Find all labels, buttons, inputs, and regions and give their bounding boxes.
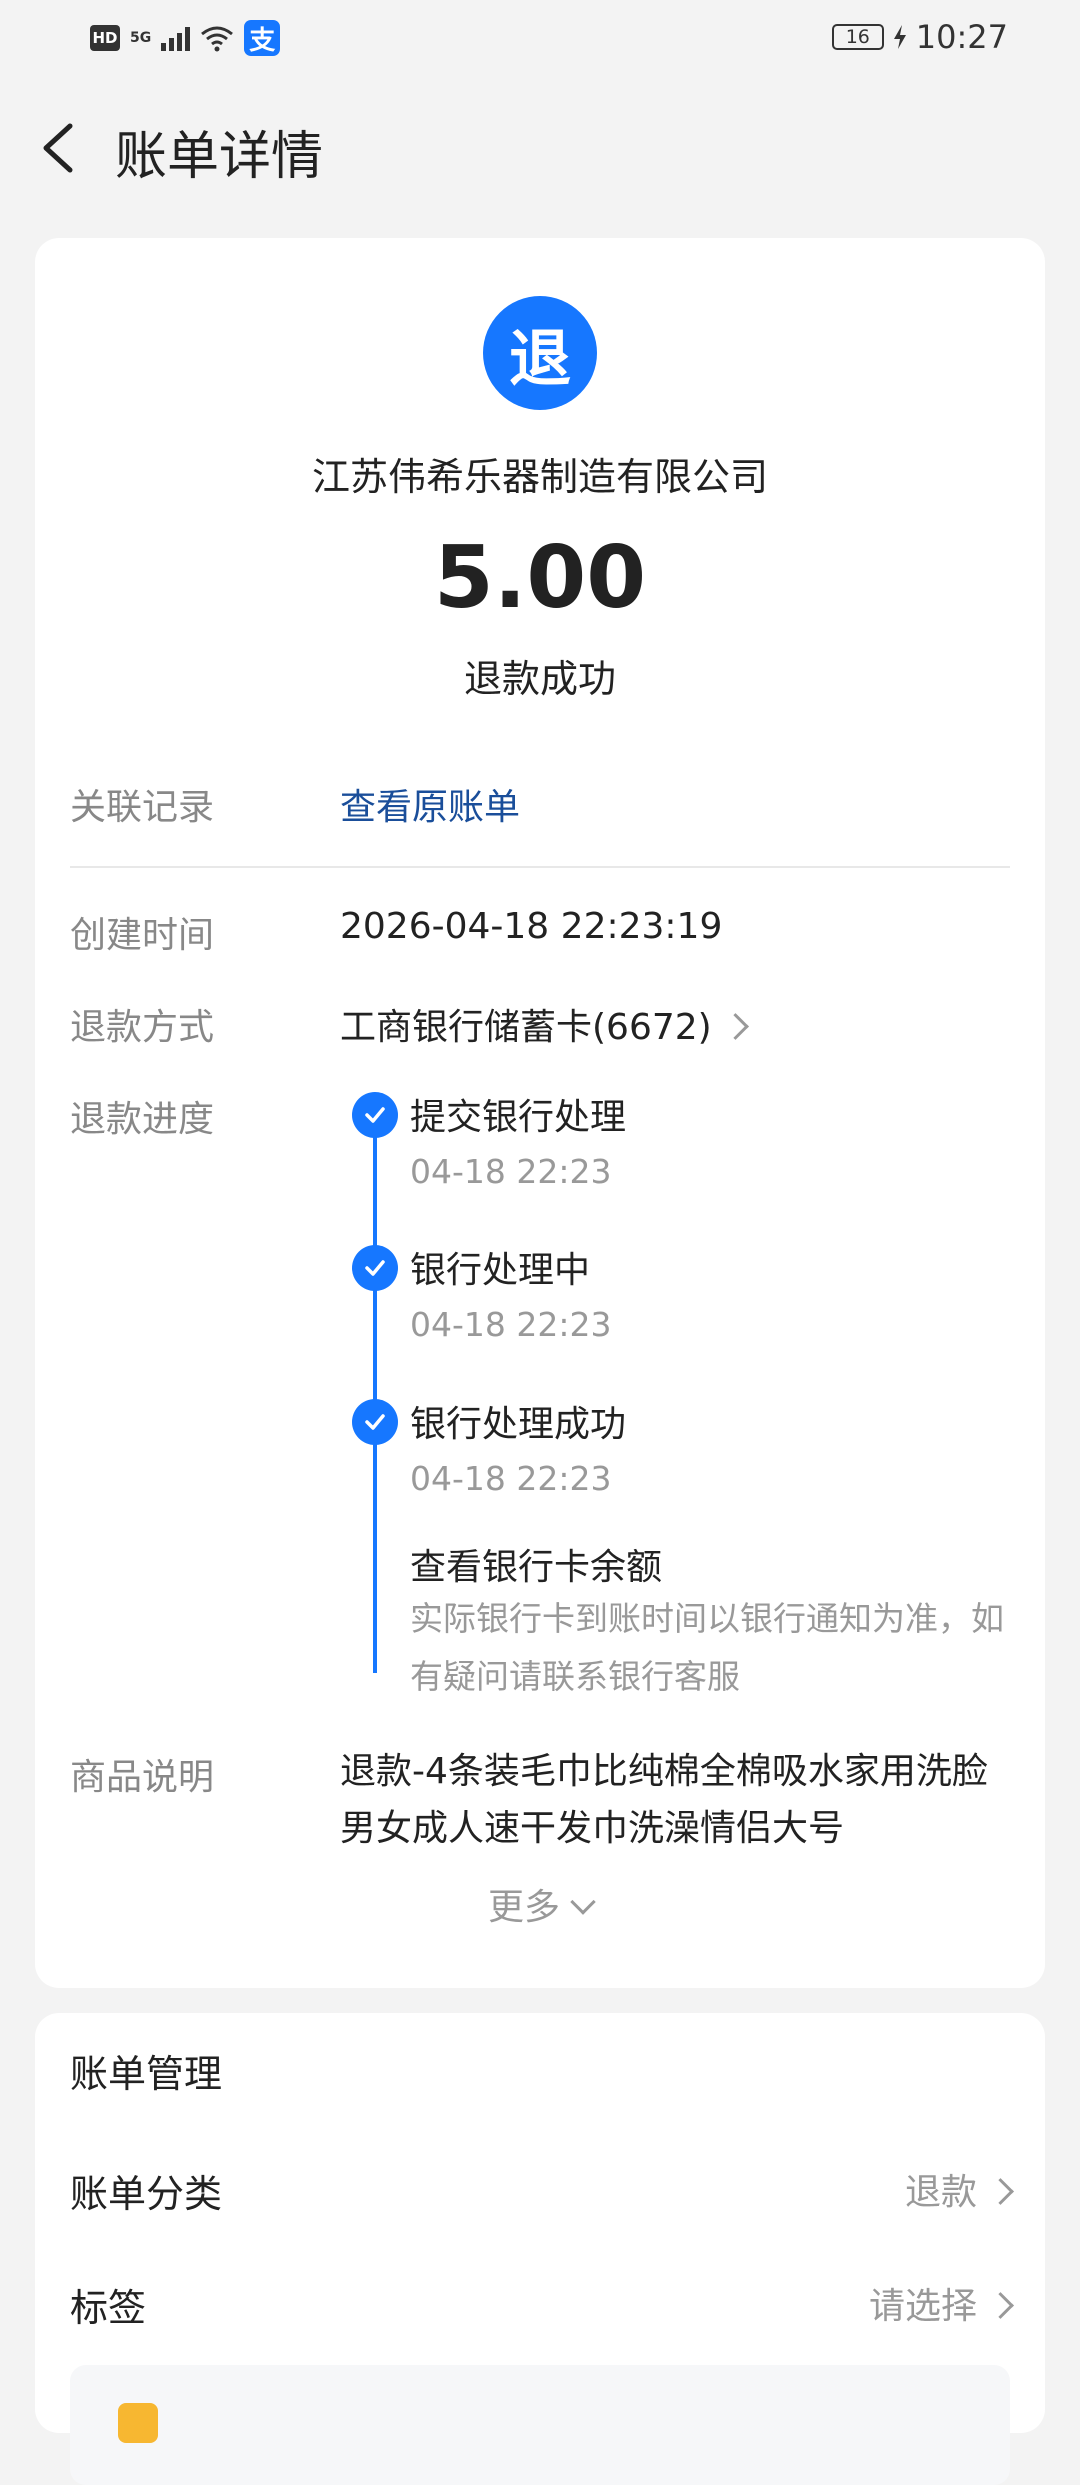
progress-step-time: 04-18 22:23: [410, 1152, 612, 1191]
bill-management-card: 账单管理 账单分类 退款 标签 请选择: [35, 2013, 1045, 2485]
chevron-right-icon: [987, 2177, 1014, 2205]
tag-row[interactable]: 标签 请选择: [35, 2259, 1045, 2339]
divider: [70, 866, 1010, 868]
refund-method-label: 退款方式: [70, 1007, 215, 1048]
created-time-label: 创建时间: [70, 915, 215, 956]
more-button[interactable]: 更多: [35, 1878, 1045, 1930]
bill-category-label: 账单分类: [70, 2172, 223, 2216]
view-bank-balance-link[interactable]: 查看银行卡余额: [410, 1538, 662, 1590]
timeline-line: [373, 1093, 377, 1673]
progress-step-title: 银行处理成功: [410, 1404, 627, 1445]
goods-description-label: 商品说明: [70, 1757, 215, 1798]
goods-description-value: 退款-4条装毛巾比纯棉全棉吸水家用洗脸男女成人速干发巾洗澡情侣大号: [340, 1751, 988, 1849]
back-arrow-icon[interactable]: [34, 118, 94, 178]
merchant-name: 江苏伟希乐器制造有限公司: [311, 455, 768, 499]
alipay-icon: 支: [244, 20, 281, 56]
progress-step-title: 提交银行处理: [410, 1097, 627, 1138]
progress-step-title: 银行处理中: [410, 1250, 591, 1291]
chevron-right-icon: [987, 2291, 1014, 2319]
check-icon: [352, 1399, 398, 1445]
progress-step-time: 04-18 22:23: [410, 1459, 612, 1498]
tag-text: 请选择: [868, 2286, 977, 2327]
status-bar: HD 5G 支 16 10:27: [0, 0, 1080, 78]
check-icon: [352, 1092, 398, 1138]
bill-status: 退款成功: [463, 657, 616, 701]
section-title: 账单管理: [70, 2052, 223, 2096]
battery-icon: 16: [831, 24, 884, 50]
related-record-label: 关联记录: [70, 787, 215, 828]
status-bar-left: HD 5G 支: [90, 20, 281, 56]
created-time-value: 2026-04-18 22:23:19: [340, 906, 723, 947]
progress-step-time: 04-18 22:23: [410, 1305, 612, 1344]
hd-icon: HD: [90, 25, 120, 51]
refund-icon: 退: [483, 296, 597, 410]
refund-method-value: 工商银行储蓄卡(6672): [340, 1007, 712, 1048]
clock: 10:27: [915, 18, 1008, 56]
chevron-right-icon: [721, 1012, 749, 1040]
refund-progress-label: 退款进度: [70, 1099, 215, 1140]
wifi-icon: [201, 26, 234, 52]
bill-category-value: 退款: [904, 2163, 1014, 2215]
chevron-down-icon: [570, 1889, 596, 1915]
bill-category-row[interactable]: 账单分类 退款: [35, 2145, 1045, 2225]
refund-method[interactable]: 工商银行储蓄卡(6672): [340, 998, 749, 1050]
check-icon: [352, 1245, 398, 1291]
page-title: 账单详情: [115, 127, 324, 187]
status-bar-right: 16 10:27: [831, 18, 1008, 56]
bank-arrival-note: 实际银行卡到账时间以银行通知为准，如有疑问请联系银行客服: [410, 1599, 1004, 1696]
view-original-bill-link[interactable]: 查看原账单: [340, 778, 520, 830]
promo-icon: [118, 2403, 158, 2443]
charging-icon: [893, 25, 906, 49]
tag-label: 标签: [70, 2286, 147, 2330]
signal-icon: [161, 25, 191, 51]
more-label: 更多: [487, 1887, 560, 1928]
header: 账单详情: [0, 100, 1080, 200]
amount: 5.00: [433, 528, 647, 628]
bill-detail-card: 退 江苏伟希乐器制造有限公司 5.00 退款成功 关联记录 查看原账单 创建时间…: [35, 238, 1045, 1988]
bill-category-text: 退款: [904, 2172, 977, 2213]
network-type: 5G: [130, 30, 152, 46]
promo-banner[interactable]: [70, 2365, 1010, 2485]
tag-value: 请选择: [868, 2277, 1014, 2329]
